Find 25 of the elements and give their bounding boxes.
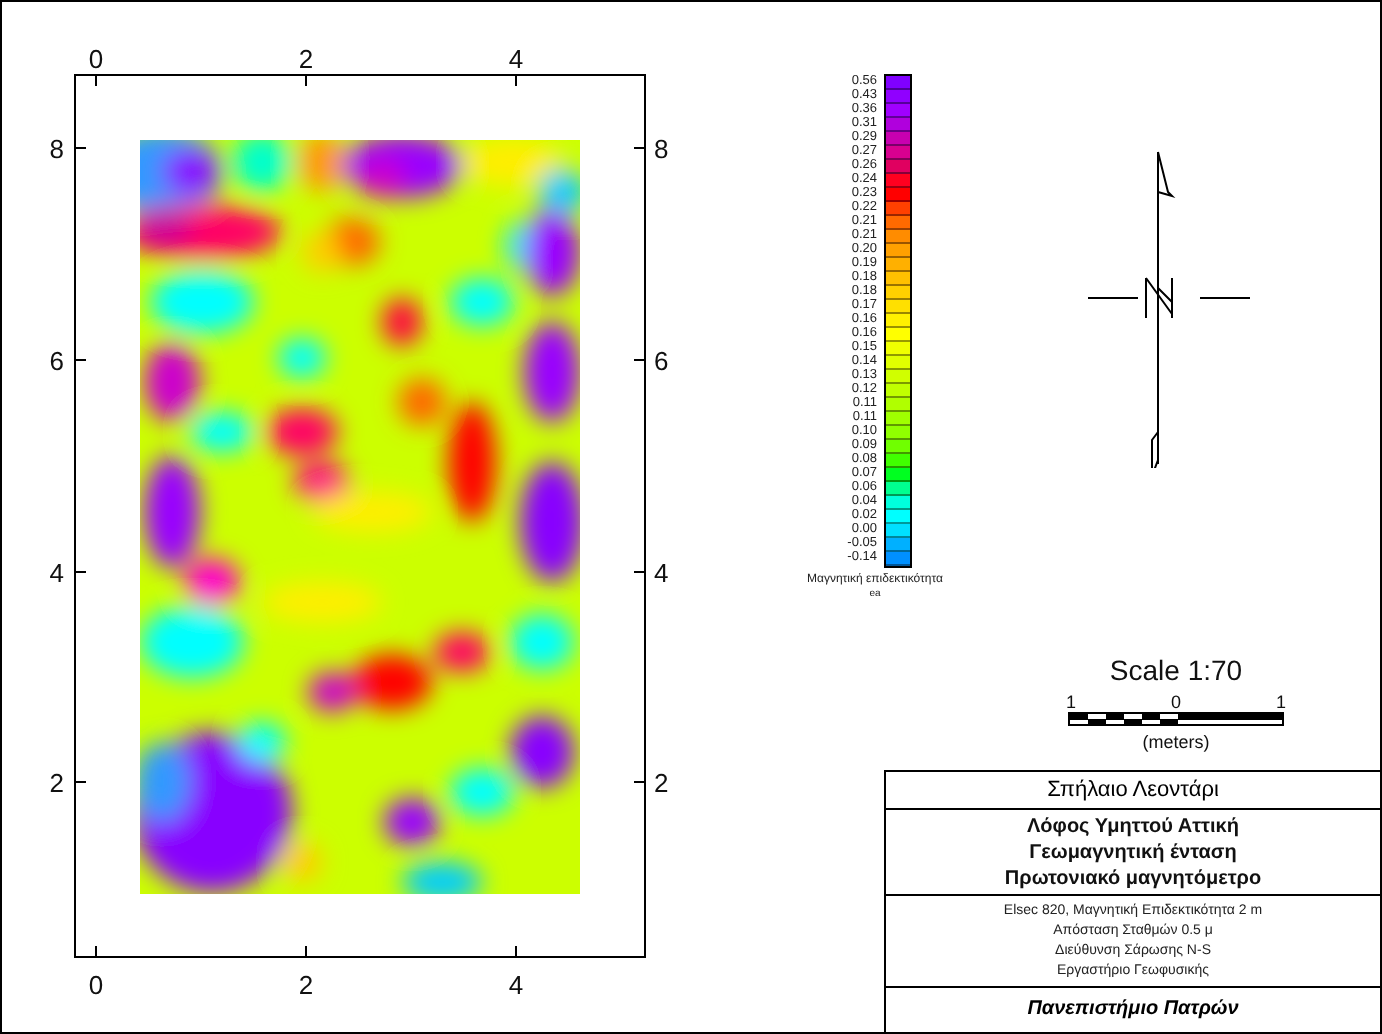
map-heading: Γεωμαγνητική ένταση <box>1029 839 1237 865</box>
axis-tick-label: 8 <box>49 134 64 164</box>
axis-tick-label: 6 <box>654 346 669 376</box>
north-arrow-icon <box>1088 148 1252 468</box>
axis-tick-label: 0 <box>88 44 104 74</box>
map-heading: Λόφος Υμηττού Αττική <box>1027 813 1239 839</box>
axis-tick-label: 0 <box>88 970 104 1000</box>
site-name: Σπήλαιο Λεοντάρι <box>886 772 1380 810</box>
axis-tick-label: 8 <box>654 134 669 164</box>
axis-tick-label: 2 <box>654 768 669 798</box>
axis-tick-label: 4 <box>508 44 524 74</box>
axis-tick-label: 4 <box>654 558 669 588</box>
axis-tick-label: 2 <box>298 970 314 1000</box>
axis-tick-label: 6 <box>49 346 64 376</box>
axis-tick-label: 2 <box>49 768 64 798</box>
map-heading: Πρωτονιακό μαγνητόμετρο <box>1004 865 1262 891</box>
scale-title: Scale 1:70 <box>1109 652 1243 688</box>
scale-tick-label: 1 <box>1275 692 1286 712</box>
scale-tick-label: 0 <box>1170 692 1181 712</box>
axis-tick-label: 2 <box>298 44 314 74</box>
scale-tick-label: 1 <box>1066 692 1077 712</box>
axis-tick-label: 4 <box>49 558 64 588</box>
axis-tick-label: 4 <box>508 970 524 1000</box>
scale-unit: (meters) <box>1142 730 1210 754</box>
institution-name: Πανεπιστήμιο Πατρών <box>1025 996 1241 1024</box>
